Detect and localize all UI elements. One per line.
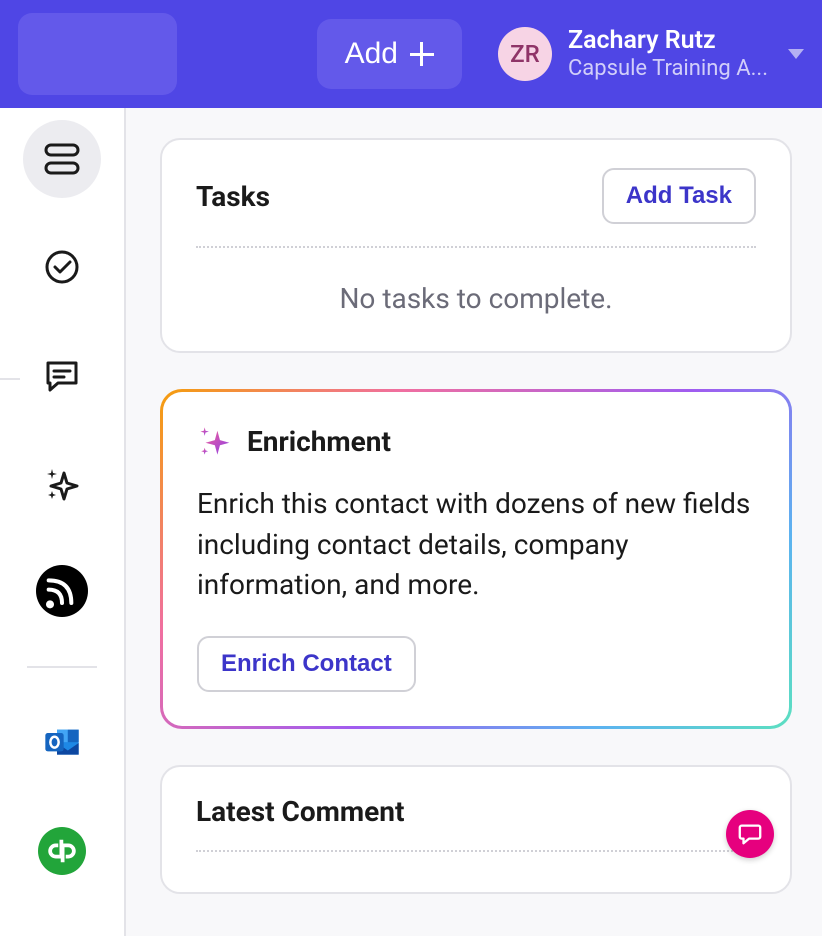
avatar: ZR <box>498 27 552 81</box>
chat-icon <box>737 821 763 847</box>
enrichment-description: Enrich this contact with dozens of new f… <box>197 484 755 606</box>
user-org: Capsule Training A... <box>568 56 768 82</box>
sidebar-item-ai[interactable] <box>23 444 101 522</box>
divider <box>196 246 756 248</box>
sidebar-integration-outlook[interactable] <box>23 704 101 782</box>
tasks-title: Tasks <box>196 180 270 213</box>
sidebar-item-records[interactable] <box>23 120 101 198</box>
divider <box>196 850 756 852</box>
quickbooks-icon <box>42 831 82 871</box>
check-circle-icon <box>42 247 82 287</box>
user-menu[interactable]: ZR Zachary Rutz Capsule Training A... <box>498 26 804 82</box>
feed-icon <box>42 571 82 611</box>
search-input[interactable] <box>18 13 177 95</box>
enrich-contact-button[interactable]: Enrich Contact <box>197 636 416 692</box>
add-task-button[interactable]: Add Task <box>602 168 756 224</box>
sidebar-item-tasks[interactable] <box>23 228 101 306</box>
latest-comment-card: Latest Comment <box>160 765 792 894</box>
sparkle-icon <box>197 424 231 458</box>
message-icon <box>42 355 82 395</box>
user-name: Zachary Rutz <box>568 26 768 56</box>
sidebar-divider <box>27 666 97 668</box>
plus-icon <box>410 42 434 66</box>
enrichment-card: Enrichment Enrich this contact with doze… <box>160 389 792 729</box>
sparkle-icon <box>42 463 82 503</box>
sidebar-item-feed[interactable] <box>23 552 101 630</box>
records-icon <box>42 139 82 179</box>
tasks-card: Tasks Add Task No tasks to complete. <box>160 138 792 353</box>
add-button[interactable]: Add <box>317 19 462 89</box>
sidebar <box>0 108 126 936</box>
outlook-icon <box>42 723 82 763</box>
sidebar-item-messages[interactable] <box>23 336 101 414</box>
chevron-down-icon <box>788 49 804 59</box>
add-button-label: Add <box>345 37 398 71</box>
sidebar-integration-quickbooks[interactable] <box>23 812 101 890</box>
content-area: Tasks Add Task No tasks to complete. <box>126 108 822 936</box>
chat-fab[interactable] <box>726 810 774 858</box>
app-header: Add ZR Zachary Rutz Capsule Training A..… <box>0 0 822 108</box>
tasks-empty-text: No tasks to complete. <box>196 282 756 315</box>
enrichment-title: Enrichment <box>247 425 391 458</box>
latest-comment-title: Latest Comment <box>196 795 756 828</box>
